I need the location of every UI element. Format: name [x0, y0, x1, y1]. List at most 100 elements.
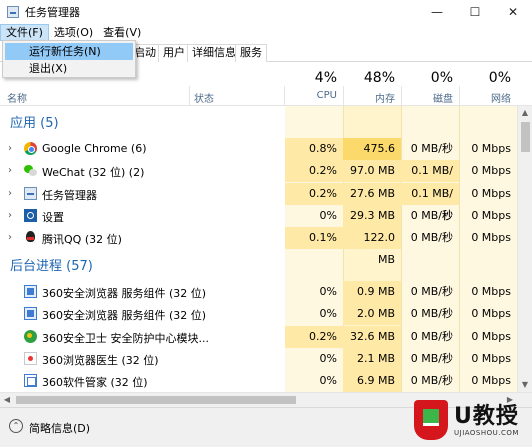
process-row[interactable]: › 任务管理器 0.2% 27.6 MB 0.1 MB/秒 0 Mbps	[0, 182, 517, 222]
process-row[interactable]: › 腾讯QQ (32 位) 0.1% 122.0 MB 0 MB/秒 0 Mbps	[0, 227, 517, 266]
shield-logo-icon	[414, 400, 448, 440]
360-doctor-icon	[24, 351, 37, 365]
network-label: 网络	[491, 94, 511, 105]
col-cpu[interactable]: 4% CPU	[285, 62, 343, 106]
process-row[interactable]: 360安全卫士 安全防护中心模块... 0.2% 32.6 MB 0 MB/秒 0 Mb…	[0, 325, 517, 348]
scroll-thumb[interactable]	[16, 396, 296, 404]
process-memory: 29.3 MB	[343, 204, 401, 227]
menu-run-new-task[interactable]: 运行新任务(N)	[5, 43, 133, 60]
process-cpu: 0.2%	[285, 160, 343, 183]
settings-icon	[24, 208, 37, 222]
process-cpu: 0%	[319, 208, 337, 222]
process-row[interactable]: 360安全浏览器 服务组件 (32 位) 0% 0.9 MB 0 MB/秒 0 Mbps	[0, 281, 517, 303]
menu-options[interactable]: 选项(O)	[49, 24, 98, 41]
title-bar: 任务管理器 — ☐ ✕	[0, 0, 532, 24]
process-network: 0 Mbps	[471, 164, 511, 178]
tab-services[interactable]: 服务	[235, 44, 267, 62]
expand-chevron-icon[interactable]: ›	[8, 188, 12, 199]
menu-exit[interactable]: 退出(X)	[5, 60, 133, 77]
process-name: Google Chrome (6)	[42, 142, 147, 155]
process-name: 360安全卫士 安全防护中心模块...	[42, 331, 209, 345]
chevron-up-icon[interactable]: ⌃	[9, 419, 23, 433]
process-memory: 122.0 MB	[343, 227, 401, 266]
process-disk: 0 MB/秒	[410, 374, 453, 388]
process-name: 360浏览器医生 (32 位)	[42, 353, 159, 367]
minimize-button[interactable]: —	[418, 0, 456, 24]
col-status[interactable]: 状态	[194, 90, 214, 105]
process-network: 0 Mbps	[471, 285, 511, 298]
scroll-thumb[interactable]	[521, 122, 530, 152]
qq-icon	[24, 231, 37, 244]
process-row[interactable]: › 设置 0% 29.3 MB 0 MB/秒 0 Mbps	[0, 204, 517, 227]
process-cpu: 0%	[319, 307, 337, 321]
vertical-scrollbar[interactable]: ▲ ▼	[517, 106, 532, 392]
expand-chevron-icon[interactable]: ›	[8, 165, 12, 176]
process-disk: 0 MB/秒	[410, 285, 453, 298]
window-title: 任务管理器	[25, 6, 80, 19]
disk-total: 0%	[430, 70, 453, 86]
process-row[interactable]: 360浏览器医生 (32 位) 0% 2.1 MB 0 MB/秒 0 Mbps	[0, 347, 517, 370]
fewer-details-link[interactable]: 简略信息(D)	[29, 420, 90, 436]
expand-chevron-icon[interactable]: ›	[8, 143, 12, 154]
network-total: 0%	[488, 70, 511, 86]
wechat-icon	[24, 164, 37, 177]
process-disk: 0 MB/秒	[410, 208, 453, 222]
process-memory: 97.0 MB	[343, 160, 401, 183]
process-row[interactable]: 360软件管家 (32 位) 0% 6.9 MB 0 MB/秒 0 Mbps	[0, 370, 517, 393]
process-disk: 0.1 MB/秒	[401, 182, 459, 222]
col-network[interactable]: 0% 网络	[459, 62, 517, 106]
process-row[interactable]: › WeChat (32 位) (2) 0.2%97.0 MB0.1 MB/秒 0 M…	[0, 160, 517, 199]
watermark-brand: U教授	[454, 404, 519, 429]
chrome-icon	[24, 142, 37, 155]
process-disk: 0 MB/秒	[410, 142, 453, 155]
cpu-label: CPU	[316, 90, 337, 101]
process-memory: 0.9 MB	[343, 281, 401, 303]
process-memory: 32.6 MB	[343, 325, 401, 348]
expand-chevron-icon[interactable]: ›	[8, 232, 12, 243]
scroll-up-icon[interactable]: ▲	[518, 106, 532, 120]
col-memory[interactable]: 48% 内存	[343, 62, 401, 106]
360-browser-icon	[24, 307, 37, 321]
menu-view[interactable]: 查看(V)	[98, 24, 146, 41]
col-disk[interactable]: 0% 磁盘	[401, 62, 459, 106]
process-cpu: 0.1%	[285, 227, 343, 250]
col-name[interactable]: 名称	[7, 90, 27, 105]
group-background[interactable]: 后台进程 (57)	[10, 257, 93, 277]
menu-file[interactable]: 文件(F)	[0, 24, 49, 41]
tab-details[interactable]: 详细信息	[187, 44, 241, 62]
menu-bar: 文件(F) 选项(O) 查看(V)	[0, 24, 532, 41]
process-network: 0 Mbps	[471, 374, 511, 388]
process-row[interactable]: › Google Chrome (6) 0.8%475.6 MB 0 MB/秒 0 Mb…	[0, 138, 517, 177]
process-name: 360安全浏览器 服务组件 (32 位)	[42, 309, 207, 323]
tab-users[interactable]: 用户	[158, 44, 190, 62]
process-network: 0 Mbps	[471, 231, 511, 245]
memory-total: 48%	[363, 70, 395, 86]
process-cpu: 0%	[319, 285, 337, 298]
process-memory: 475.6 MB	[343, 138, 401, 177]
360-browser-icon	[24, 285, 37, 298]
process-name: 360安全浏览器 服务组件 (32 位)	[42, 287, 207, 300]
process-disk: 0 MB/秒	[410, 351, 453, 365]
disk-label: 磁盘	[433, 94, 453, 105]
process-network: 0 Mbps	[471, 307, 511, 321]
process-disk: 0 MB/秒	[410, 307, 453, 321]
360-manager-icon	[24, 374, 37, 388]
scroll-down-icon[interactable]: ▼	[518, 378, 532, 392]
file-menu-dropdown: 运行新任务(N) 退出(X)	[2, 40, 136, 78]
process-disk: 0 MB/秒	[410, 231, 453, 245]
task-manager-icon	[7, 6, 19, 18]
process-cpu: 0.2%	[285, 182, 343, 205]
process-network: 0 Mbps	[471, 351, 511, 365]
watermark-url: UJIAOSHOU.COM	[454, 429, 519, 437]
process-network: 0 Mbps	[471, 329, 511, 343]
process-network: 0 Mbps	[471, 142, 511, 155]
scroll-left-icon[interactable]: ◀	[0, 393, 14, 407]
expand-chevron-icon[interactable]: ›	[8, 210, 12, 221]
close-button[interactable]: ✕	[494, 0, 532, 24]
process-row[interactable]: 360安全浏览器 服务组件 (32 位) 0% 2.0 MB 0 MB/秒 0 Mbps	[0, 303, 517, 326]
process-name: 360软件管家 (32 位)	[42, 376, 148, 390]
group-apps[interactable]: 应用 (5)	[10, 114, 59, 134]
process-cpu: 0%	[319, 374, 337, 388]
maximize-button[interactable]: ☐	[456, 0, 494, 24]
watermark-logo: U教授 UJIAOSHOU.COM	[410, 398, 530, 444]
